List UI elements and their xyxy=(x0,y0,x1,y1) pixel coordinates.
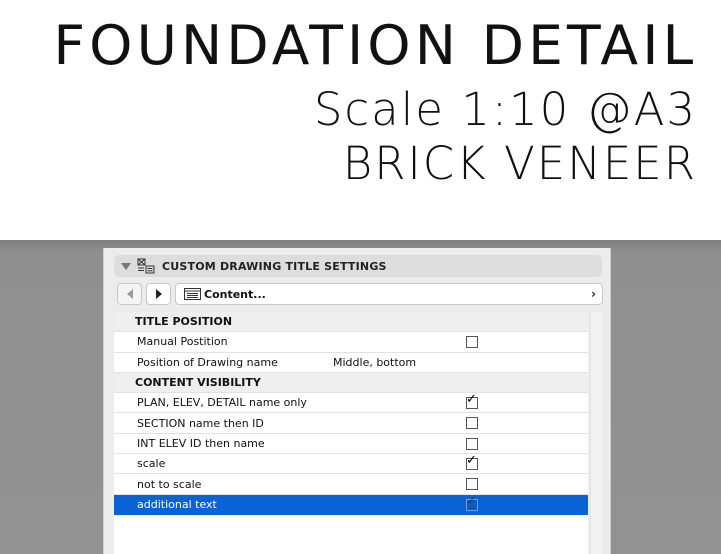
setting-row-additional-text[interactable]: additional text ✓ xyxy=(114,494,588,515)
setting-label: PLAN, ELEV, DETAIL name only xyxy=(137,396,307,410)
section-label: TITLE POSITION xyxy=(135,315,233,329)
chevron-right-icon: › xyxy=(591,287,596,301)
section-label: CONTENT VISIBILITY xyxy=(135,376,261,390)
setting-row-manual-position[interactable]: Manual Postition xyxy=(114,332,588,353)
int-elev-checkbox[interactable] xyxy=(466,437,478,450)
title-subtitle: BRICK VENEER xyxy=(342,137,697,190)
title-main: FOUNDATION DETAIL xyxy=(53,14,697,77)
drawing-title-icon xyxy=(137,258,155,274)
setting-row-scale[interactable]: scale ✓ xyxy=(114,454,588,475)
previous-page-button[interactable] xyxy=(117,283,142,305)
section-content-visibility: CONTENT VISIBILITY xyxy=(114,372,588,394)
checkmark-icon: ✓ xyxy=(466,453,477,469)
setting-label: additional text xyxy=(137,497,217,511)
page-selector[interactable]: Content... › xyxy=(175,283,603,305)
setting-row-not-to-scale[interactable]: not to scale xyxy=(114,474,588,495)
collapse-triangle-icon[interactable] xyxy=(121,262,131,270)
drawing-title-block: FOUNDATION DETAIL Scale 1:10 @A3 BRICK V… xyxy=(0,0,721,240)
scale-checkbox[interactable]: ✓ xyxy=(466,454,478,471)
setting-label: Position of Drawing name xyxy=(137,355,278,369)
settings-panel: CUSTOM DRAWING TITLE SETTINGS Content...… xyxy=(103,248,611,554)
setting-label: Manual Postition xyxy=(137,335,228,349)
checkmark-icon: ✓ xyxy=(466,392,477,408)
arrow-left-icon xyxy=(126,289,133,299)
section-title-position: TITLE POSITION xyxy=(114,312,588,333)
drawing-name-position-value[interactable]: Middle, bottom xyxy=(333,356,416,369)
setting-label: SECTION name then ID xyxy=(137,416,264,430)
manual-position-checkbox[interactable] xyxy=(466,336,478,349)
page-navigator: Content... › xyxy=(117,283,603,305)
plan-elev-detail-checkbox[interactable]: ✓ xyxy=(466,393,478,410)
setting-label: INT ELEV ID then name xyxy=(137,436,265,450)
settings-list: TITLE POSITION Manual Postition Position… xyxy=(114,312,588,554)
setting-row-drawing-name-position[interactable]: Position of Drawing name Middle, bottom xyxy=(114,353,588,373)
arrow-right-icon xyxy=(155,289,162,299)
setting-label: not to scale xyxy=(137,477,202,491)
checkmark-icon: ✓ xyxy=(466,493,477,509)
section-name-checkbox[interactable] xyxy=(466,417,478,430)
content-list-icon xyxy=(184,288,201,300)
title-scale: Scale 1:10 @A3 xyxy=(313,83,697,136)
list-scrollbar[interactable] xyxy=(590,312,602,554)
setting-row-int-elev[interactable]: INT ELEV ID then name xyxy=(114,434,588,455)
additional-text-checkbox[interactable]: ✓ xyxy=(466,494,478,511)
not-to-scale-checkbox[interactable] xyxy=(466,478,478,491)
panel-header[interactable]: CUSTOM DRAWING TITLE SETTINGS xyxy=(114,255,602,277)
setting-row-plan-elev-detail[interactable]: PLAN, ELEV, DETAIL name only ✓ xyxy=(114,393,588,414)
page-selector-label: Content... xyxy=(204,287,266,301)
setting-row-section-name[interactable]: SECTION name then ID xyxy=(114,413,588,434)
setting-label: scale xyxy=(137,457,166,471)
panel-header-label: CUSTOM DRAWING TITLE SETTINGS xyxy=(162,259,387,273)
next-page-button[interactable] xyxy=(146,283,171,305)
